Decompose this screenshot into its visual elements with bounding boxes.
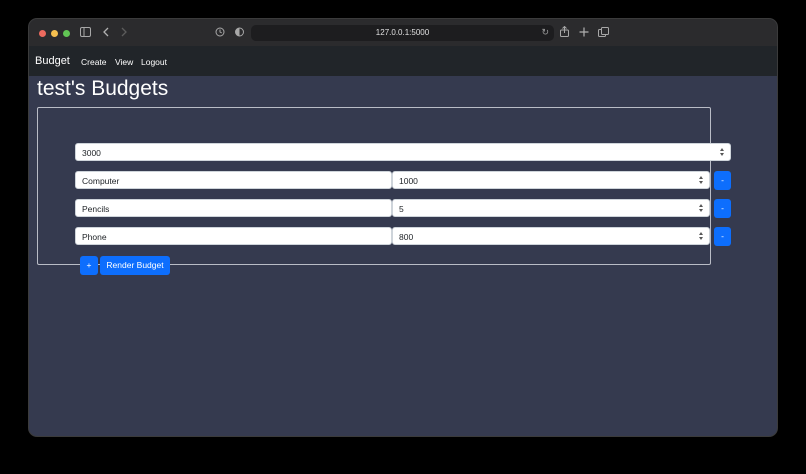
minimize-window-button[interactable] (51, 30, 58, 37)
item-name-value: Pencils (82, 204, 110, 214)
shield-icon[interactable] (235, 27, 244, 39)
total-budget-value: 3000 (82, 148, 101, 158)
item-amount-value: 800 (399, 232, 414, 242)
back-icon[interactable] (103, 27, 109, 39)
spinner-icon[interactable] (698, 203, 704, 213)
remove-item-button[interactable]: - (714, 227, 731, 246)
item-amount-input[interactable]: 5 (392, 199, 710, 217)
nav-link-create[interactable]: Create (81, 57, 107, 67)
add-item-button[interactable]: + (80, 256, 98, 275)
item-amount-input[interactable]: 1000 (392, 171, 710, 189)
page-title: test's Budgets (37, 77, 169, 100)
item-amount-value: 5 (399, 204, 404, 214)
item-amount-value: 1000 (399, 176, 418, 186)
navbar: Budget Create View Logout (29, 46, 777, 76)
item-name-input[interactable]: Phone (75, 227, 392, 245)
spinner-icon[interactable] (698, 175, 704, 185)
address-bar[interactable]: 127.0.0.1:5000 ↻ (251, 25, 554, 41)
item-name-input[interactable]: Computer (75, 171, 392, 189)
tabs-icon[interactable] (598, 27, 609, 39)
nav-link-logout[interactable]: Logout (141, 57, 167, 67)
browser-toolbar: 127.0.0.1:5000 ↻ (29, 19, 777, 46)
spinner-icon[interactable] (698, 231, 704, 241)
reload-icon[interactable]: ↻ (541, 27, 549, 38)
render-budget-button[interactable]: Render Budget (100, 256, 170, 275)
nav-link-view[interactable]: View (115, 57, 133, 67)
close-window-button[interactable] (39, 30, 46, 37)
remove-item-button[interactable]: - (714, 171, 731, 190)
remove-item-button[interactable]: - (714, 199, 731, 218)
item-amount-input[interactable]: 800 (392, 227, 710, 245)
item-name-value: Phone (82, 232, 107, 242)
new-tab-icon[interactable] (579, 27, 589, 39)
forward-icon[interactable] (121, 27, 127, 39)
item-name-input[interactable]: Pencils (75, 199, 392, 217)
total-budget-input[interactable]: 3000 (75, 143, 731, 161)
share-icon[interactable] (560, 25, 569, 39)
item-name-value: Computer (82, 176, 120, 186)
url-text: 127.0.0.1:5000 (375, 28, 430, 37)
navbar-brand[interactable]: Budget (35, 55, 70, 67)
zoom-window-button[interactable] (63, 30, 70, 37)
sidebar-icon[interactable] (80, 27, 91, 39)
spinner-icon[interactable] (719, 147, 725, 157)
history-icon[interactable] (215, 27, 225, 39)
